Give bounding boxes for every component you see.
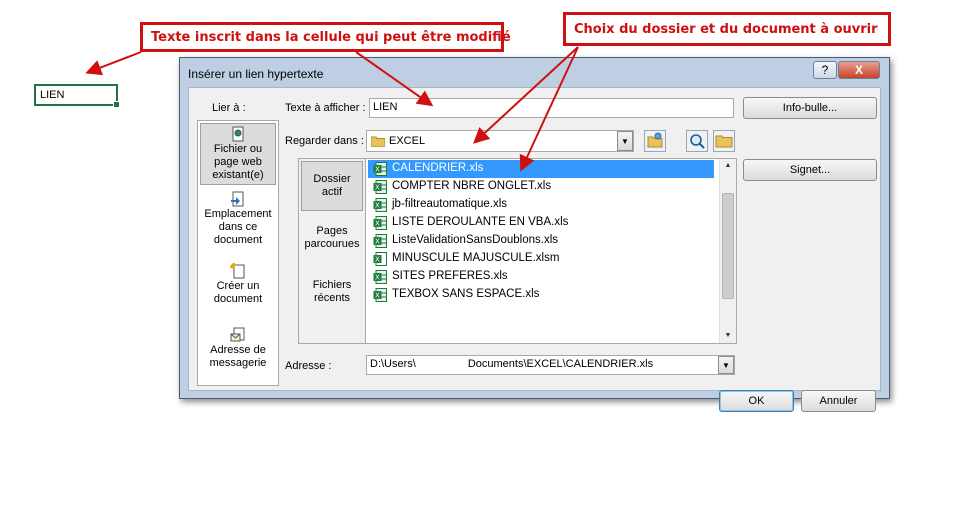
file-name: ListeValidationSansDoublons.xls: [392, 234, 558, 246]
fill-handle[interactable]: [113, 101, 120, 108]
close-button[interactable]: X: [838, 61, 880, 79]
annotation-cell-text: Texte inscrit dans la cellule qui peut ê…: [140, 22, 511, 52]
bookmark-button[interactable]: Signet...: [743, 159, 877, 181]
browse-file-search-icon[interactable]: [686, 130, 708, 152]
text-to-display-input[interactable]: LIEN: [369, 98, 734, 118]
help-button[interactable]: ?: [813, 61, 837, 79]
look-in-value: EXCEL: [389, 135, 426, 147]
new-document-icon: [230, 263, 245, 279]
sidebar-item-label: document: [213, 293, 263, 305]
sidebar-item-label: Emplacement: [204, 208, 272, 220]
file-list-item[interactable]: X CALENDRIER.xls: [368, 160, 714, 178]
sidebar-item-place-in-document[interactable]: Emplacement dans ce document: [200, 189, 276, 249]
sidebar-item-label: Adresse de: [210, 344, 266, 356]
link-to-label: Lier à :: [212, 102, 246, 114]
file-list-item[interactable]: Xjb-filtreautomatique.xls: [368, 196, 714, 214]
scroll-up-icon[interactable]: ▲: [720, 159, 736, 173]
file-name: MINUSCULE MAJUSCULE.xlsm: [392, 252, 560, 264]
vertical-scrollbar[interactable]: ▲ ▼: [719, 159, 736, 343]
sidebar-item-create-document[interactable]: Créer un document: [200, 261, 276, 309]
address-combobox[interactable]: D:\Users\ Documents\EXCEL\CALENDRIER.xls …: [366, 355, 735, 375]
svg-text:X: X: [375, 274, 380, 282]
address-label: Adresse :: [285, 360, 332, 372]
folder-tabs: Dossier actif Pages parcourues Fichiers …: [298, 158, 366, 344]
svg-text:X: X: [375, 184, 380, 192]
file-name: LISTE DEROULANTE EN VBA.xls: [392, 216, 569, 228]
tab-label: récents: [313, 292, 351, 304]
tab-label: Pages: [316, 225, 348, 237]
sidebar-item-label: Fichier ou: [213, 143, 263, 155]
sidebar-item-label: Créer un: [216, 280, 260, 292]
tab-current-folder[interactable]: Dossier actif: [301, 161, 363, 211]
sidebar-item-email-address[interactable]: Adresse de messagerie: [200, 325, 276, 373]
browse-web-icon[interactable]: [644, 130, 666, 152]
cancel-button[interactable]: Annuler: [801, 390, 876, 412]
svg-text:X: X: [375, 202, 380, 210]
look-in-label: Regarder dans :: [285, 135, 364, 147]
file-list: ▲ ▼ X CALENDRIER.xls X COMPTER NBRE ONGLET.…: [365, 158, 737, 344]
address-prefix: D:\Users\: [370, 358, 416, 370]
file-list-item[interactable]: X TEXBOX SANS ESPACE.xls: [368, 286, 714, 304]
browse-folder-icon[interactable]: [713, 130, 735, 152]
document-place-icon: [231, 191, 244, 207]
email-icon: [230, 327, 245, 342]
tab-browsed-pages[interactable]: Pages parcourues: [301, 225, 363, 257]
text-to-display-label: Texte à afficher :: [285, 102, 366, 114]
tab-label: Fichiers: [312, 279, 352, 291]
excel-file-icon: X: [373, 288, 387, 302]
file-list-item[interactable]: X COMPTER NBRE ONGLET.xls: [368, 178, 714, 196]
svg-text:X: X: [375, 292, 380, 300]
arrow-to-cell: [85, 51, 142, 76]
cell-value: LIEN: [40, 89, 65, 101]
file-list-item[interactable]: X MINUSCULE MAJUSCULE.xlsm: [368, 250, 714, 268]
tab-recent-files[interactable]: Fichiers récents: [301, 279, 363, 311]
svg-text:X: X: [375, 220, 380, 228]
dialog-body: Lier à : Fichier ou page web existant(e)…: [188, 87, 881, 412]
file-name: SITES PREFERES.xls: [392, 270, 508, 282]
chevron-down-icon[interactable]: ▼: [617, 131, 633, 151]
sidebar-item-label: dans ce: [218, 221, 258, 233]
svg-text:X: X: [375, 166, 380, 174]
file-name: TEXBOX SANS ESPACE.xls: [392, 288, 540, 300]
redacted-username: [415, 358, 468, 371]
excel-macro-file-icon: X: [373, 252, 387, 266]
file-list-item[interactable]: X LISTE DEROULANTE EN VBA.xls: [368, 214, 714, 232]
file-name: jb-filtreautomatique.xls: [392, 198, 508, 210]
ok-button[interactable]: OK: [719, 390, 794, 412]
look-in-combobox[interactable]: EXCEL ▼: [366, 130, 634, 152]
scroll-thumb[interactable]: [722, 193, 734, 299]
address-suffix: Documents\EXCEL\CALENDRIER.xls: [467, 358, 654, 370]
tab-label: Dossier: [313, 173, 351, 185]
file-name: COMPTER NBRE ONGLET.xls: [392, 180, 552, 192]
folder-icon: [371, 136, 385, 147]
excel-file-icon: X: [373, 180, 387, 194]
sidebar-item-label: existant(e): [212, 169, 264, 181]
excel-cell[interactable]: LIEN: [34, 84, 120, 108]
sidebar-item-label: page web: [214, 156, 262, 168]
sidebar-item-label: document: [213, 234, 263, 246]
file-name: CALENDRIER.xls: [392, 162, 484, 174]
screentip-button[interactable]: Info-bulle...: [743, 97, 877, 119]
sidebar-item-label: messagerie: [209, 357, 267, 369]
tab-label: parcourues: [304, 238, 360, 250]
dialog-title: Insérer un lien hypertexte: [188, 67, 324, 81]
insert-hyperlink-dialog: Insérer un lien hypertexte ? X Lier à : …: [179, 57, 890, 412]
link-to-sidebar: Fichier ou page web existant(e) Emplacem…: [197, 120, 279, 386]
scroll-down-icon[interactable]: ▼: [720, 329, 736, 343]
svg-text:X: X: [375, 238, 380, 246]
file-list-item[interactable]: X SITES PREFERES.xls: [368, 268, 714, 286]
file-list-item[interactable]: X ListeValidationSansDoublons.xls: [368, 232, 714, 250]
annotation-folder-document: Choix du dossier et du document à ouvrir: [563, 12, 891, 46]
excel-file-icon: X: [373, 162, 387, 176]
sidebar-item-existing-file[interactable]: Fichier ou page web existant(e): [200, 123, 276, 185]
excel-file-icon: X: [373, 198, 387, 212]
tab-label: actif: [321, 186, 343, 198]
excel-file-icon: X: [373, 216, 387, 230]
excel-file-icon: X: [373, 234, 387, 248]
excel-file-icon: X: [373, 270, 387, 284]
svg-text:X: X: [375, 256, 380, 264]
web-page-icon: [232, 126, 244, 142]
chevron-down-icon[interactable]: ▼: [718, 356, 734, 374]
